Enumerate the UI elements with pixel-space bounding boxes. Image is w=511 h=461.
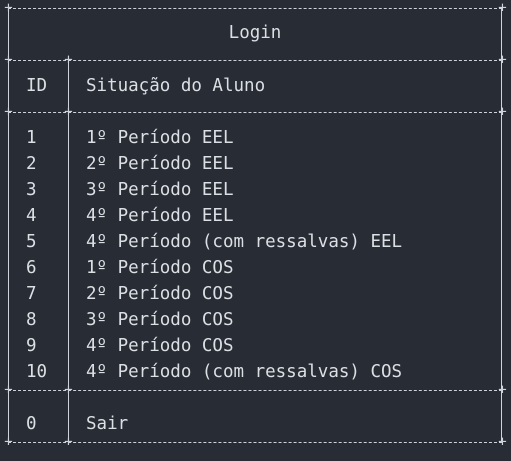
option-label: 2º Período EEL: [86, 154, 234, 174]
option-label: 1º Período COS: [86, 258, 234, 278]
corner-marker: +: [4, 434, 13, 450]
options-separator: [8, 390, 502, 391]
option-id: 2: [26, 154, 37, 174]
terminal-window: + + + + + + + + + + + + + + Login ID Sit…: [0, 0, 511, 461]
left-border: [8, 8, 9, 442]
junction-marker: +: [64, 434, 73, 450]
option-label: 3º Período COS: [86, 310, 234, 330]
option-id: 9: [26, 336, 37, 356]
corner-marker: +: [4, 0, 13, 16]
junction-marker: +: [4, 52, 13, 68]
junction-marker: +: [64, 104, 73, 120]
option-label: 4º Período COS: [86, 336, 234, 356]
header-separator: [8, 112, 502, 113]
option-id: 4: [26, 206, 37, 226]
junction-marker: +: [4, 382, 13, 398]
header-id: ID: [26, 76, 48, 96]
option-label: 4º Período (com ressalvas) COS: [86, 362, 403, 382]
junction-marker: +: [498, 382, 507, 398]
title-separator: [8, 60, 502, 61]
option-id: 10: [26, 362, 48, 382]
option-id: 8: [26, 310, 37, 330]
junction-marker: +: [498, 104, 507, 120]
header-label: Situação do Aluno: [86, 76, 266, 96]
option-label: 1º Período EEL: [86, 128, 234, 148]
option-label: 3º Período EEL: [86, 180, 234, 200]
option-label: 4º Período (com ressalvas) EEL: [86, 232, 403, 252]
option-id: 7: [26, 284, 37, 304]
junction-marker: +: [64, 52, 73, 68]
top-border: [8, 8, 502, 9]
menu-table: + + + + + + + + + + + + + + Login ID Sit…: [4, 1, 506, 451]
junction-marker: +: [498, 52, 507, 68]
option-id: 3: [26, 180, 37, 200]
bottom-border: [8, 442, 502, 443]
option-label: 2º Período COS: [86, 284, 234, 304]
junction-marker: +: [4, 104, 13, 120]
option-id: 1: [26, 128, 37, 148]
option-label: 4º Período EEL: [86, 206, 234, 226]
junction-marker: +: [64, 382, 73, 398]
menu-title: Login: [228, 23, 282, 43]
corner-marker: +: [498, 434, 507, 450]
option-id: 5: [26, 232, 37, 252]
exit-id: 0: [26, 414, 37, 434]
option-id: 6: [26, 258, 37, 278]
right-border: [501, 8, 502, 442]
exit-label: Sair: [86, 414, 129, 434]
corner-marker: +: [498, 0, 507, 16]
